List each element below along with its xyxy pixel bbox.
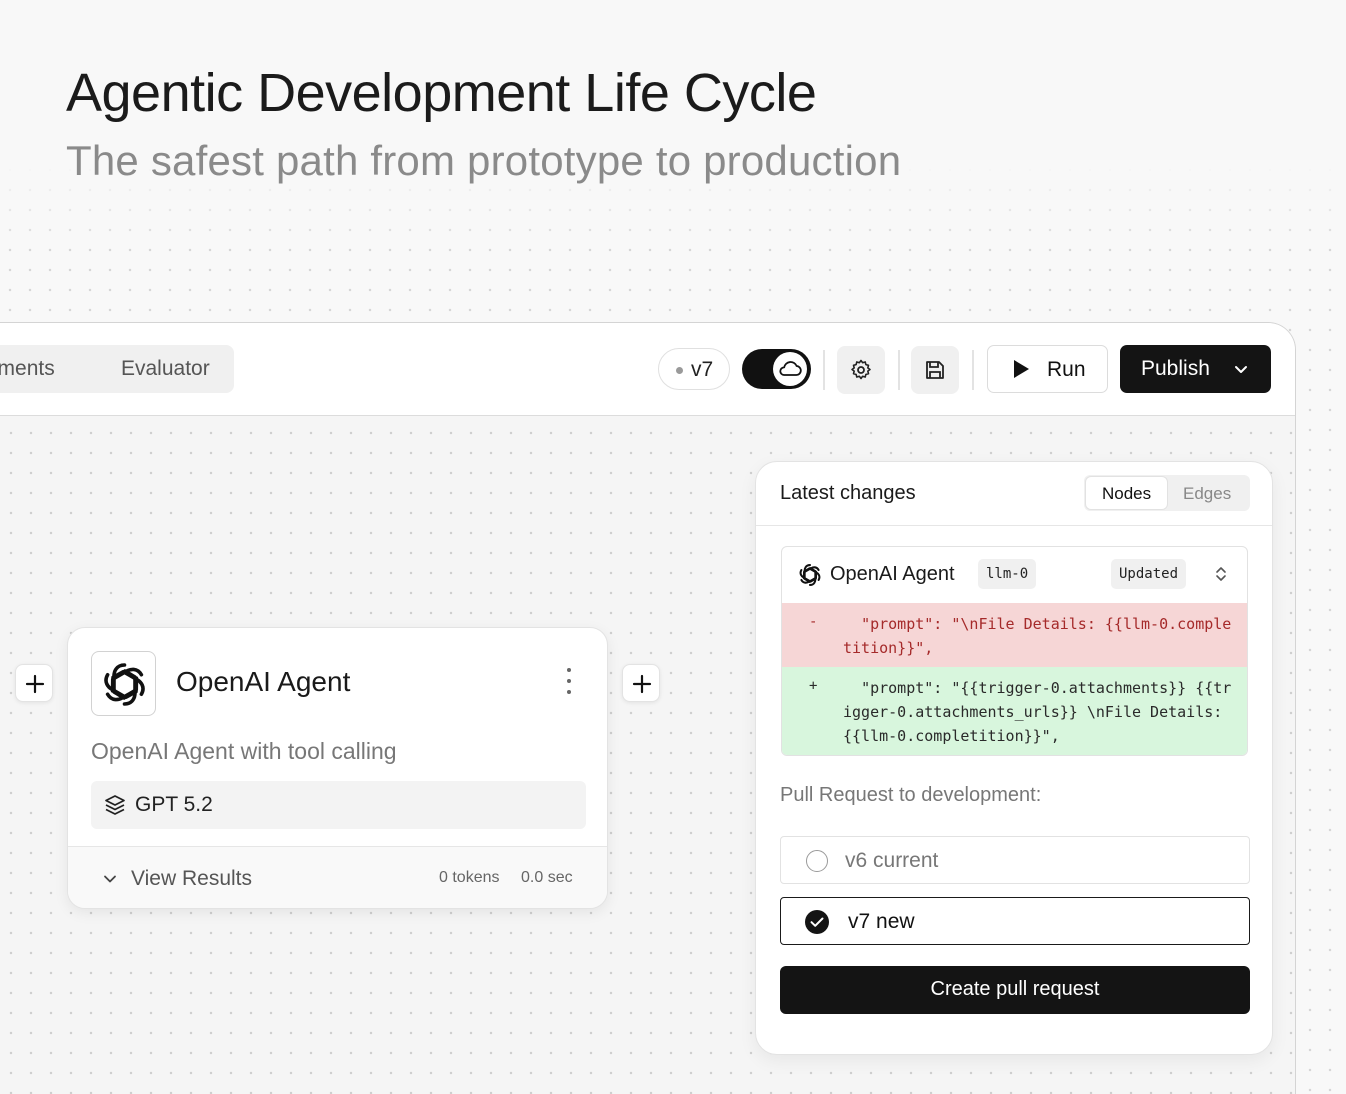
hero-subtitle: The safest path from prototype to produc…	[66, 137, 902, 184]
save-icon	[926, 361, 944, 379]
add-node-left-button[interactable]	[15, 664, 53, 702]
diff-removed-sign: -	[809, 614, 818, 630]
toggle-knob	[773, 352, 807, 386]
agent-node-card[interactable]: OpenAI Agent OpenAI Agent with tool call…	[67, 627, 608, 909]
status-dot	[676, 367, 683, 374]
create-pull-request-label: Create pull request	[930, 978, 1100, 1000]
version-option-v6[interactable]: v6 current	[780, 836, 1250, 884]
openai-logo-icon	[799, 564, 821, 586]
diff-added-sign: +	[809, 678, 818, 694]
segment-nodes[interactable]: Nodes	[1102, 484, 1151, 504]
version-badge[interactable]: v7	[658, 348, 730, 390]
diff-removed-text: "prompt": "\nFile Details: {{llm-0.compl…	[843, 615, 1232, 657]
save-button[interactable]	[911, 346, 959, 394]
plus-icon	[632, 674, 652, 694]
diff-card: OpenAI Agent llm-0 Updated - "prompt": "…	[781, 546, 1248, 756]
play-icon	[1014, 360, 1029, 378]
tab-evaluator[interactable]: Evaluator	[121, 357, 210, 381]
status-badge: Updated	[1111, 559, 1187, 589]
model-label: GPT 5.2	[135, 793, 213, 816]
model-selector[interactable]: GPT 5.2	[91, 781, 586, 829]
token-count: 0 tokens	[439, 869, 500, 886]
option-label: v7 new	[848, 910, 915, 933]
publish-label: Publish	[1141, 357, 1210, 380]
hero-title: Agentic Development Life Cycle	[66, 63, 817, 123]
cloud-icon	[779, 361, 802, 376]
publish-button[interactable]: Publish	[1120, 345, 1271, 393]
node-id-badge: llm-0	[978, 559, 1037, 589]
panel-divider	[756, 525, 1272, 526]
panel-title: Latest changes	[780, 482, 916, 504]
settings-button[interactable]	[837, 346, 885, 394]
diff-node-name: OpenAI Agent	[830, 563, 955, 585]
diff-removed-line: - "prompt": "\nFile Details: {{llm-0.com…	[782, 603, 1247, 667]
tab-deployments[interactable]: ployments	[0, 357, 55, 381]
view-results-toggle[interactable]: View Results 0 tokens 0.0 sec	[68, 846, 607, 908]
view-results-label: View Results	[131, 867, 252, 890]
add-node-right-button[interactable]	[622, 664, 660, 702]
radio-check-icon[interactable]	[804, 909, 830, 935]
toolbar: ployments Evaluator v7	[0, 323, 1295, 416]
run-button[interactable]: Run	[987, 345, 1108, 393]
segment-edges[interactable]: Edges	[1183, 484, 1231, 504]
agent-title: OpenAI Agent	[176, 666, 351, 697]
chevron-down-icon	[104, 875, 116, 883]
diff-added-text: "prompt": "{{trigger-0.attachments}} {{t…	[843, 679, 1232, 745]
agent-logo	[91, 651, 156, 716]
latest-changes-panel: Latest changes Nodes Edges OpenAI Agent …	[755, 461, 1273, 1055]
agent-description: OpenAI Agent with tool calling	[91, 738, 397, 764]
option-label: v6 current	[845, 849, 939, 872]
pull-request-label: Pull Request to development:	[780, 784, 1042, 806]
kebab-menu-icon[interactable]	[564, 668, 574, 698]
create-pull-request-button[interactable]: Create pull request	[780, 966, 1250, 1014]
radio-unchecked[interactable]	[806, 850, 828, 872]
diff-header[interactable]: OpenAI Agent llm-0 Updated	[782, 547, 1247, 603]
toolbar-divider	[972, 350, 974, 390]
openai-logo-icon	[104, 663, 145, 706]
version-label: v7	[691, 358, 714, 381]
tab-group: ployments Evaluator	[0, 345, 234, 393]
cloud-toggle[interactable]	[742, 349, 811, 389]
chevron-down-icon[interactable]	[1233, 361, 1249, 377]
diff-added-line: + "prompt": "{{trigger-0.attachments}} {…	[782, 667, 1247, 755]
segmented-control: Nodes Edges	[1084, 475, 1250, 511]
duration: 0.0 sec	[521, 869, 573, 886]
toolbar-divider	[823, 350, 825, 390]
gear-icon	[851, 359, 871, 380]
plus-icon	[25, 674, 45, 694]
run-label: Run	[1047, 358, 1086, 381]
toolbar-divider	[898, 350, 900, 390]
app-window: ployments Evaluator v7	[0, 322, 1296, 1094]
version-option-v7[interactable]: v7 new	[780, 897, 1250, 945]
layers-icon	[105, 795, 125, 815]
hero-background	[0, 0, 1346, 250]
sort-icon[interactable]	[1211, 564, 1231, 584]
